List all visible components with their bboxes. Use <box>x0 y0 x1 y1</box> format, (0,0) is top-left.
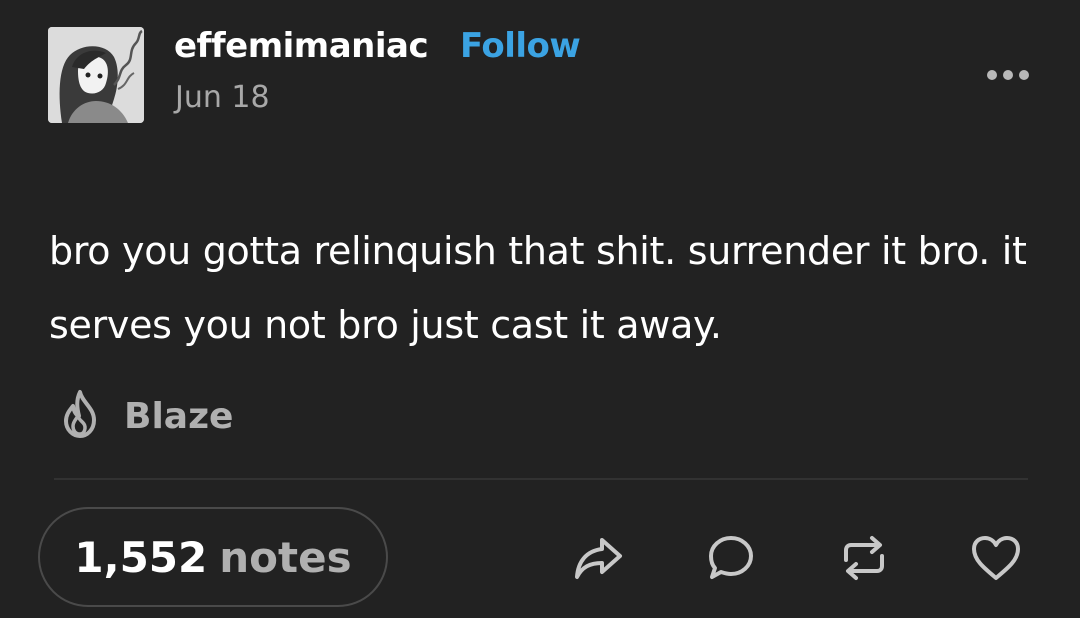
reblog-icon[interactable] <box>836 530 892 586</box>
post-text: bro you gotta relinquish that shit. surr… <box>49 229 1027 347</box>
blaze-button[interactable]: Blaze <box>54 390 233 442</box>
divider <box>54 478 1028 480</box>
reply-bubble-icon[interactable] <box>703 530 759 586</box>
notes-label: notes <box>219 532 352 582</box>
more-options-icon[interactable] <box>984 64 1032 86</box>
avatar[interactable] <box>48 27 144 123</box>
share-icon[interactable] <box>570 530 626 586</box>
heart-icon[interactable] <box>968 530 1024 586</box>
post-date[interactable]: Jun 18 <box>175 80 270 115</box>
blaze-label: Blaze <box>124 395 234 437</box>
notes-count: 1,552 <box>74 532 208 582</box>
username[interactable]: effemimaniac <box>174 26 429 66</box>
follow-button[interactable]: Follow <box>460 26 581 66</box>
flame-icon <box>54 388 106 444</box>
notes-button[interactable]: 1,552 notes <box>38 507 388 607</box>
